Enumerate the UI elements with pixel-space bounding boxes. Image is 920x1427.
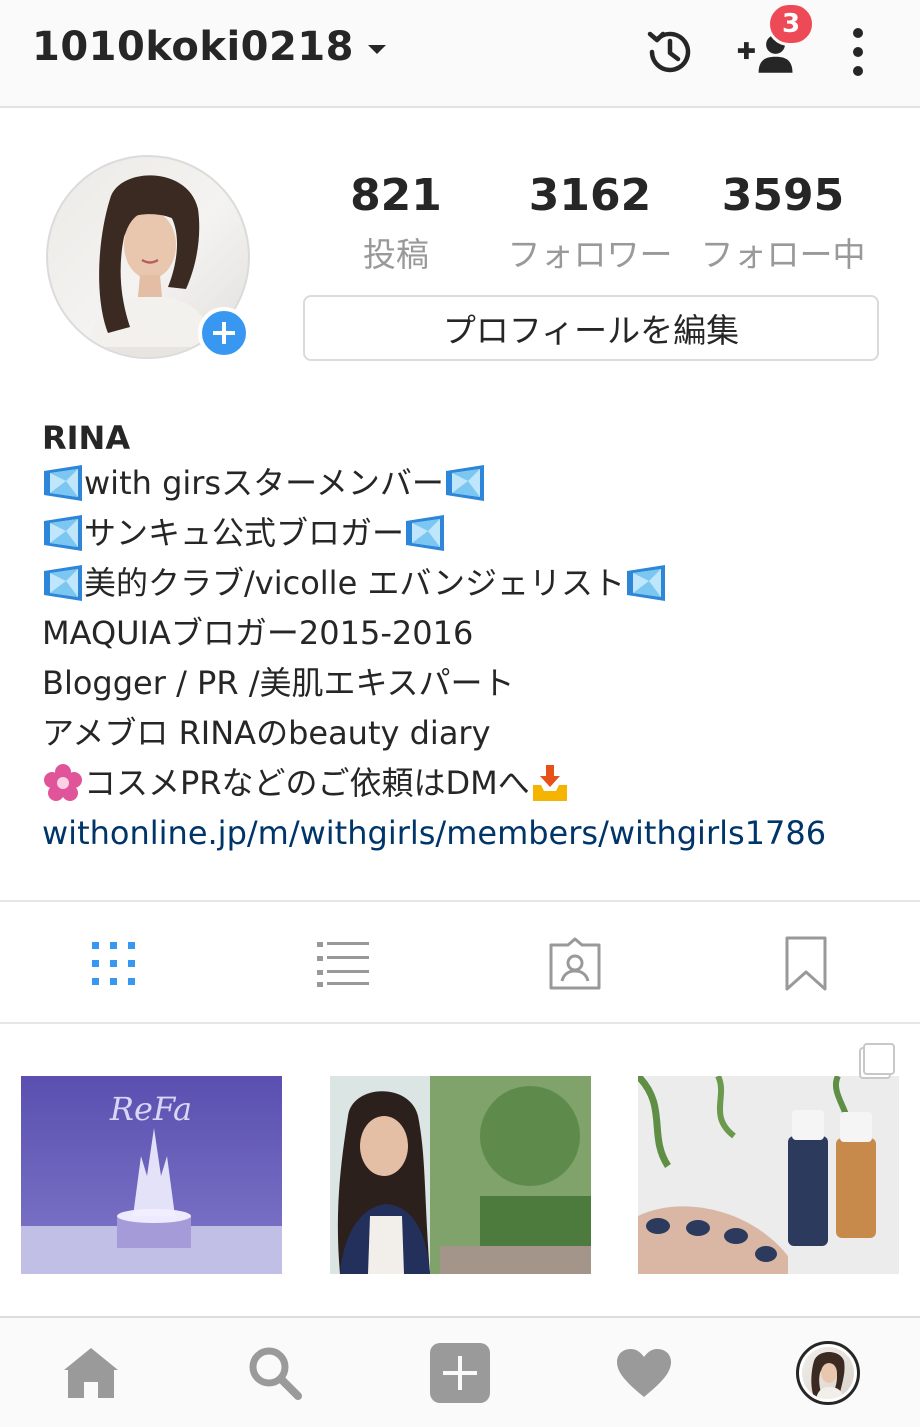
tab-saved[interactable] (774, 932, 838, 996)
posts-grid: ReFa (0, 1024, 920, 1314)
profile-avatar-container[interactable] (46, 155, 250, 359)
bio-line-text: with girsスターメンバー (84, 464, 444, 502)
diamond-icon (445, 465, 484, 501)
plus-icon (213, 322, 235, 344)
posts-count: 821 (350, 170, 442, 221)
post-brand-text: ReFa (109, 1090, 192, 1128)
bio-line-text: 美的クラブ/vicolle エバンジェリスト (84, 564, 626, 602)
bottom-navigation (0, 1316, 920, 1427)
diamond-icon (627, 565, 666, 601)
following-count: 3595 (721, 170, 845, 221)
notification-badge: 3 (767, 2, 815, 46)
tagged-icon (549, 937, 601, 990)
bookmark-icon (785, 936, 827, 991)
nav-search[interactable] (242, 1340, 308, 1406)
posts-label: 投稿 (363, 235, 429, 274)
followers-label: フォロワー (507, 235, 673, 274)
tab-grid[interactable] (82, 932, 146, 996)
bio-line-text: サンキュ公式ブロガー (84, 514, 405, 552)
bio-line: サンキュ公式ブロガー (42, 508, 902, 558)
carousel-indicator-icon (859, 1043, 895, 1079)
bio-line: MAQUIAブロガー2015-2016 (42, 614, 474, 652)
account-switcher[interactable]: 1010koki0218 (32, 24, 386, 70)
flower-icon (44, 764, 82, 801)
display-name: RINA (42, 419, 131, 457)
profile-tabs (0, 900, 920, 1024)
add-story-button[interactable] (198, 307, 250, 359)
bio-line: 美的クラブ/vicolle エバンジェリスト (42, 558, 902, 608)
posts-stat: 821 投稿 (301, 170, 491, 276)
website-link[interactable]: withonline.jp/m/withgirls/members/withgi… (42, 808, 902, 858)
diamond-icon (44, 465, 82, 501)
list-icon (317, 942, 369, 987)
profile-bio: RINA with girsスターメンバー サンキュ公式ブロガー 美的クラブ/v… (42, 418, 902, 858)
post-thumbnail[interactable]: ReFa (21, 1076, 282, 1274)
inbox-tray-icon (532, 765, 567, 801)
bio-line-text: コスメPRなどのご依頼はDMへ (84, 764, 530, 802)
tab-tagged[interactable] (543, 932, 607, 996)
more-options-icon[interactable] (826, 20, 890, 84)
nav-new-post[interactable] (427, 1340, 493, 1406)
new-post-icon (430, 1343, 490, 1403)
followers-stat[interactable]: 3162 フォロワー (495, 170, 685, 276)
following-label: フォロー中 (700, 235, 866, 274)
diamond-icon (406, 515, 445, 551)
search-icon (249, 1347, 302, 1400)
grid-icon (92, 942, 135, 985)
diamond-icon (44, 515, 82, 551)
activity-heart-icon (617, 1349, 671, 1397)
edit-profile-button[interactable]: プロフィールを編集 (303, 295, 879, 361)
followers-count: 3162 (528, 170, 652, 221)
chevron-down-icon (367, 44, 386, 54)
nav-profile[interactable] (795, 1340, 861, 1406)
username-label: 1010koki0218 (32, 24, 354, 70)
nav-home[interactable] (58, 1340, 124, 1406)
post-thumbnail[interactable] (638, 1076, 899, 1274)
following-stat[interactable]: 3595 フォロー中 (688, 170, 878, 276)
bio-line: Blogger / PR /美肌エキスパート (42, 664, 515, 702)
profile-avatar (796, 1341, 860, 1405)
post-thumbnail[interactable] (330, 1076, 591, 1274)
home-icon (64, 1348, 118, 1398)
bio-line: アメブロ RINAのbeauty diary (42, 714, 491, 752)
nav-activity[interactable] (611, 1340, 677, 1406)
bio-line: コスメPRなどのご依頼はDMへ (42, 758, 902, 808)
history-icon[interactable] (638, 20, 702, 84)
tab-list[interactable] (312, 932, 376, 996)
bio-line: with girsスターメンバー (42, 458, 902, 508)
diamond-icon (44, 565, 82, 601)
